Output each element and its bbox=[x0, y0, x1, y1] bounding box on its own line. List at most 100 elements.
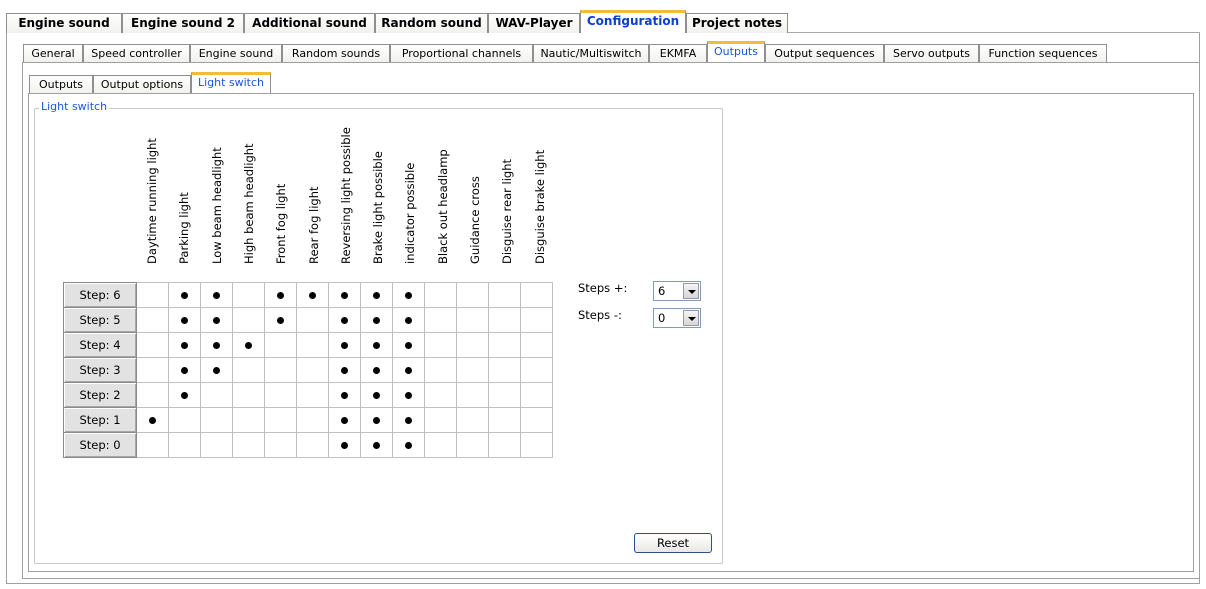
tab-output-options[interactable]: Output options bbox=[93, 75, 191, 94]
matrix-cell[interactable] bbox=[392, 382, 425, 408]
tab-function-sequences[interactable]: Function sequences bbox=[979, 44, 1107, 63]
matrix-cell[interactable] bbox=[424, 307, 457, 333]
matrix-cell[interactable] bbox=[232, 332, 265, 358]
matrix-cell[interactable] bbox=[520, 282, 553, 308]
step-row-header[interactable]: Step: 2 bbox=[63, 382, 137, 408]
matrix-cell[interactable] bbox=[328, 307, 361, 333]
matrix-cell[interactable] bbox=[232, 407, 265, 433]
matrix-cell[interactable] bbox=[360, 282, 393, 308]
matrix-cell[interactable] bbox=[200, 282, 233, 308]
matrix-cell[interactable] bbox=[456, 307, 489, 333]
step-row-header[interactable]: Step: 0 bbox=[63, 432, 137, 458]
matrix-cell[interactable] bbox=[456, 432, 489, 458]
matrix-cell[interactable] bbox=[456, 407, 489, 433]
matrix-cell[interactable] bbox=[360, 307, 393, 333]
matrix-cell[interactable] bbox=[360, 332, 393, 358]
matrix-cell[interactable] bbox=[296, 357, 329, 383]
matrix-cell[interactable] bbox=[136, 407, 169, 433]
step-row-header[interactable]: Step: 1 bbox=[63, 407, 137, 433]
tab-servo-outputs[interactable]: Servo outputs bbox=[884, 44, 979, 63]
matrix-cell[interactable] bbox=[456, 357, 489, 383]
tab-output-sequences[interactable]: Output sequences bbox=[765, 44, 884, 63]
matrix-cell[interactable] bbox=[168, 332, 201, 358]
matrix-cell[interactable] bbox=[200, 382, 233, 408]
matrix-cell[interactable] bbox=[232, 357, 265, 383]
matrix-cell[interactable] bbox=[264, 357, 297, 383]
matrix-cell[interactable] bbox=[264, 382, 297, 408]
matrix-cell[interactable] bbox=[232, 382, 265, 408]
matrix-cell[interactable] bbox=[456, 382, 489, 408]
matrix-cell[interactable] bbox=[520, 432, 553, 458]
matrix-cell[interactable] bbox=[168, 357, 201, 383]
tab-engine-sound-config[interactable]: Engine sound bbox=[190, 44, 282, 63]
tab-random-sounds[interactable]: Random sounds bbox=[282, 44, 390, 63]
matrix-cell[interactable] bbox=[456, 282, 489, 308]
matrix-cell[interactable] bbox=[232, 282, 265, 308]
matrix-cell[interactable] bbox=[328, 407, 361, 433]
matrix-cell[interactable] bbox=[168, 407, 201, 433]
chevron-down-icon[interactable] bbox=[683, 283, 699, 299]
matrix-cell[interactable] bbox=[520, 332, 553, 358]
matrix-cell[interactable] bbox=[328, 382, 361, 408]
matrix-cell[interactable] bbox=[520, 407, 553, 433]
tab-proportional-channels[interactable]: Proportional channels bbox=[390, 44, 533, 63]
matrix-cell[interactable] bbox=[168, 432, 201, 458]
step-row-header[interactable]: Step: 3 bbox=[63, 357, 137, 383]
tab-engine-sound[interactable]: Engine sound bbox=[6, 13, 122, 33]
matrix-cell[interactable] bbox=[200, 307, 233, 333]
matrix-cell[interactable] bbox=[136, 357, 169, 383]
matrix-cell[interactable] bbox=[328, 282, 361, 308]
matrix-cell[interactable] bbox=[360, 432, 393, 458]
matrix-cell[interactable] bbox=[424, 332, 457, 358]
steps-minus-select[interactable]: 0 bbox=[653, 308, 701, 328]
matrix-cell[interactable] bbox=[392, 357, 425, 383]
tab-outputs-list[interactable]: Outputs bbox=[29, 75, 93, 94]
tab-speed-controller[interactable]: Speed controller bbox=[83, 44, 190, 63]
matrix-cell[interactable] bbox=[232, 432, 265, 458]
matrix-cell[interactable] bbox=[328, 432, 361, 458]
tab-engine-sound-2[interactable]: Engine sound 2 bbox=[122, 13, 244, 33]
matrix-cell[interactable] bbox=[360, 357, 393, 383]
matrix-cell[interactable] bbox=[136, 382, 169, 408]
matrix-cell[interactable] bbox=[488, 432, 521, 458]
matrix-cell[interactable] bbox=[520, 307, 553, 333]
matrix-cell[interactable] bbox=[424, 382, 457, 408]
matrix-cell[interactable] bbox=[392, 332, 425, 358]
matrix-cell[interactable] bbox=[264, 332, 297, 358]
reset-button[interactable]: Reset bbox=[634, 533, 712, 553]
matrix-cell[interactable] bbox=[200, 432, 233, 458]
matrix-cell[interactable] bbox=[296, 432, 329, 458]
matrix-cell[interactable] bbox=[360, 382, 393, 408]
step-row-header[interactable]: Step: 4 bbox=[63, 332, 137, 358]
matrix-cell[interactable] bbox=[488, 357, 521, 383]
matrix-cell[interactable] bbox=[488, 307, 521, 333]
step-row-header[interactable]: Step: 6 bbox=[63, 282, 137, 308]
matrix-cell[interactable] bbox=[168, 282, 201, 308]
matrix-cell[interactable] bbox=[424, 432, 457, 458]
matrix-cell[interactable] bbox=[296, 332, 329, 358]
matrix-cell[interactable] bbox=[392, 407, 425, 433]
matrix-cell[interactable] bbox=[264, 407, 297, 433]
tab-general[interactable]: General bbox=[23, 44, 83, 63]
matrix-cell[interactable] bbox=[360, 407, 393, 433]
matrix-cell[interactable] bbox=[136, 432, 169, 458]
matrix-cell[interactable] bbox=[136, 307, 169, 333]
matrix-cell[interactable] bbox=[136, 332, 169, 358]
matrix-cell[interactable] bbox=[520, 382, 553, 408]
matrix-cell[interactable] bbox=[392, 282, 425, 308]
tab-configuration[interactable]: Configuration bbox=[580, 10, 686, 33]
matrix-cell[interactable] bbox=[168, 382, 201, 408]
matrix-cell[interactable] bbox=[264, 432, 297, 458]
matrix-cell[interactable] bbox=[232, 307, 265, 333]
matrix-cell[interactable] bbox=[264, 282, 297, 308]
matrix-cell[interactable] bbox=[488, 382, 521, 408]
matrix-cell[interactable] bbox=[296, 307, 329, 333]
matrix-cell[interactable] bbox=[424, 357, 457, 383]
steps-plus-select[interactable]: 6 bbox=[653, 281, 701, 301]
matrix-cell[interactable] bbox=[328, 357, 361, 383]
matrix-cell[interactable] bbox=[296, 282, 329, 308]
matrix-cell[interactable] bbox=[296, 407, 329, 433]
tab-additional-sound[interactable]: Additional sound bbox=[244, 13, 375, 33]
tab-wav-player[interactable]: WAV-Player bbox=[488, 13, 580, 33]
tab-outputs[interactable]: Outputs bbox=[707, 41, 765, 63]
